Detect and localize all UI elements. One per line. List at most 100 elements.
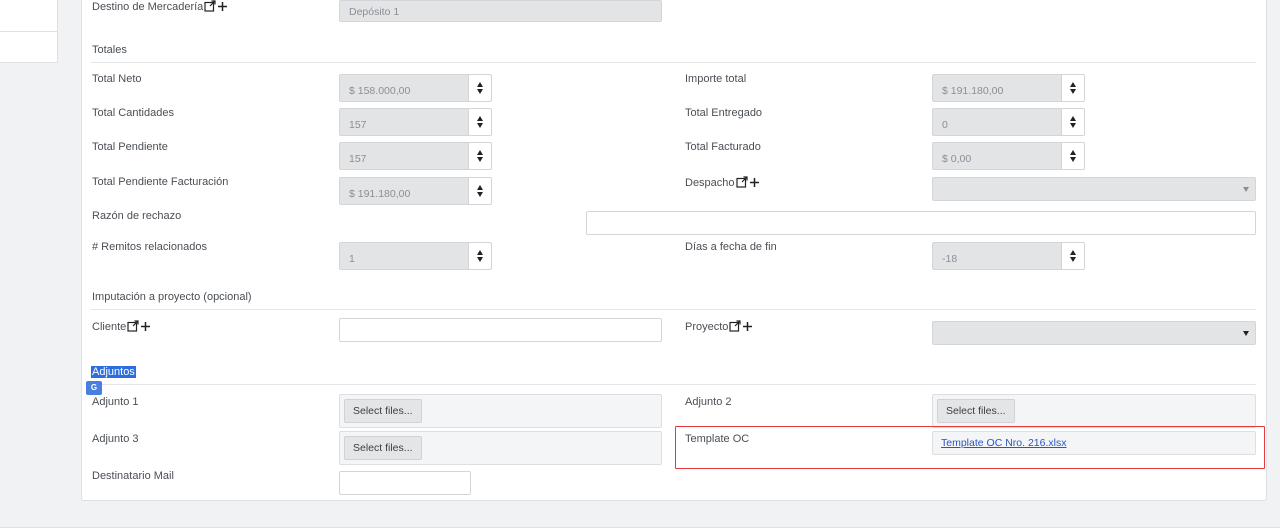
total-neto-label: Total Neto: [92, 73, 142, 85]
pendiente-facturacion-spinner[interactable]: [468, 177, 492, 205]
proyecto-label: Proyecto: [685, 321, 729, 333]
chevron-down-icon: [1243, 331, 1249, 336]
spin-down-icon[interactable]: [1070, 89, 1076, 94]
total-pendiente-label: Total Pendiente: [92, 141, 168, 153]
total-entregado-label: Total Entregado: [685, 107, 763, 119]
totales-divider: [91, 62, 1256, 63]
total-neto-value[interactable]: $ 158.000,00: [339, 74, 469, 102]
spin-up-icon[interactable]: [1070, 250, 1076, 255]
total-pendiente-value[interactable]: 157: [339, 142, 469, 170]
destino-label: Destino de Mercadería: [92, 1, 204, 13]
spin-down-icon[interactable]: [477, 157, 483, 162]
external-link-icon[interactable]: [735, 176, 748, 188]
plus-icon[interactable]: [140, 321, 151, 332]
despacho-select[interactable]: [932, 177, 1256, 201]
adjuntos-title: Adjuntos: [91, 366, 136, 378]
remitos-label: # Remitos relacionados: [92, 241, 207, 253]
pendiente-facturacion-value[interactable]: $ 191.180,00: [339, 177, 469, 205]
total-cantidades-stepper[interactable]: 157: [339, 108, 492, 136]
spin-down-icon[interactable]: [1070, 157, 1076, 162]
importe-total-label: Importe total: [685, 73, 747, 85]
total-entregado-value[interactable]: 0: [932, 108, 1062, 136]
spin-up-icon[interactable]: [1070, 116, 1076, 121]
plus-icon[interactable]: [742, 321, 753, 332]
importe-total-spinner[interactable]: [1061, 74, 1085, 102]
adjunto1-select-files-button[interactable]: Select files...: [344, 399, 422, 423]
total-cantidades-spinner[interactable]: [468, 108, 492, 136]
external-link-icon[interactable]: [729, 320, 742, 332]
spin-up-icon[interactable]: [477, 116, 483, 121]
dias-fin-spinner[interactable]: [1061, 242, 1085, 270]
remitos-stepper[interactable]: 1: [339, 242, 492, 270]
imputacion-divider: [91, 309, 1256, 310]
left-panel: [0, 0, 58, 63]
adjuntos-divider: [91, 384, 1256, 385]
spin-up-icon[interactable]: [477, 82, 483, 87]
spin-down-icon[interactable]: [477, 123, 483, 128]
importe-total-stepper[interactable]: $ 191.180,00: [932, 74, 1085, 102]
total-facturado-spinner[interactable]: [1061, 142, 1085, 170]
left-panel-divider: [0, 31, 58, 32]
spin-up-icon[interactable]: [1070, 150, 1076, 155]
remitos-spinner[interactable]: [468, 242, 492, 270]
total-facturado-label: Total Facturado: [685, 141, 761, 153]
pendiente-facturacion-stepper[interactable]: $ 191.180,00: [339, 177, 492, 205]
despacho-label-row: Despacho: [685, 176, 760, 189]
total-pendiente-spinner[interactable]: [468, 142, 492, 170]
total-entregado-stepper[interactable]: 0: [932, 108, 1085, 136]
dias-fin-label: Días a fecha de fin: [685, 241, 777, 253]
spin-up-icon[interactable]: [477, 185, 483, 190]
total-facturado-stepper[interactable]: $ 0,00: [932, 142, 1085, 170]
chevron-down-icon: [1243, 187, 1249, 192]
external-link-icon[interactable]: [204, 0, 216, 12]
spin-down-icon[interactable]: [1070, 257, 1076, 262]
adjunto2-upload: Select files...: [932, 394, 1256, 428]
destino-label-row: Destino de Mercadería: [92, 0, 228, 13]
importe-total-value[interactable]: $ 191.180,00: [932, 74, 1062, 102]
razon-rechazo-label: Razón de rechazo: [92, 210, 182, 222]
spin-up-icon[interactable]: [477, 250, 483, 255]
pendiente-facturacion-label: Total Pendiente Facturación: [92, 176, 229, 188]
google-translate-icon[interactable]: G: [86, 381, 102, 395]
proyecto-select[interactable]: [932, 321, 1256, 345]
total-pendiente-stepper[interactable]: 157: [339, 142, 492, 170]
adjunto1-upload: Select files...: [339, 394, 662, 428]
destinatario-mail-label: Destinatario Mail: [92, 470, 174, 482]
cliente-label-row: Cliente: [92, 320, 151, 333]
total-neto-stepper[interactable]: $ 158.000,00: [339, 74, 492, 102]
external-link-icon[interactable]: [127, 320, 139, 332]
adjunto2-label: Adjunto 2: [685, 396, 732, 408]
spin-down-icon[interactable]: [1070, 123, 1076, 128]
plus-icon[interactable]: [749, 177, 760, 188]
adjunto1-label: Adjunto 1: [92, 396, 139, 408]
dias-fin-value[interactable]: -18: [932, 242, 1062, 270]
total-cantidades-value[interactable]: 157: [339, 108, 469, 136]
spin-down-icon[interactable]: [477, 257, 483, 262]
razon-rechazo-input[interactable]: [586, 211, 1256, 235]
spin-up-icon[interactable]: [1070, 82, 1076, 87]
proyecto-label-row: Proyecto: [685, 320, 753, 333]
adjuntos-title-text: Adjuntos: [91, 366, 136, 378]
adjunto3-select-files-button[interactable]: Select files...: [344, 436, 422, 460]
remitos-value[interactable]: 1: [339, 242, 469, 270]
plus-icon[interactable]: [217, 1, 228, 12]
destino-field[interactable]: Depósito 1: [339, 0, 662, 22]
total-cantidades-label: Total Cantidades: [92, 107, 174, 119]
total-entregado-spinner[interactable]: [1061, 108, 1085, 136]
spin-up-icon[interactable]: [477, 150, 483, 155]
spin-down-icon[interactable]: [477, 89, 483, 94]
total-neto-spinner[interactable]: [468, 74, 492, 102]
highlight-frame: [675, 426, 1265, 469]
spin-down-icon[interactable]: [477, 192, 483, 197]
total-facturado-value[interactable]: $ 0,00: [932, 142, 1062, 170]
cliente-input[interactable]: [339, 318, 662, 342]
dias-fin-stepper[interactable]: -18: [932, 242, 1085, 270]
bottom-card: [0, 527, 1280, 532]
destinatario-mail-input[interactable]: [339, 471, 471, 495]
imputacion-title: Imputación a proyecto (opcional): [92, 291, 252, 303]
adjunto2-select-files-button[interactable]: Select files...: [937, 399, 1015, 423]
adjunto3-upload: Select files...: [339, 431, 662, 465]
despacho-label: Despacho: [685, 177, 735, 189]
adjunto3-label: Adjunto 3: [92, 433, 139, 445]
totales-title: Totales: [92, 44, 127, 56]
